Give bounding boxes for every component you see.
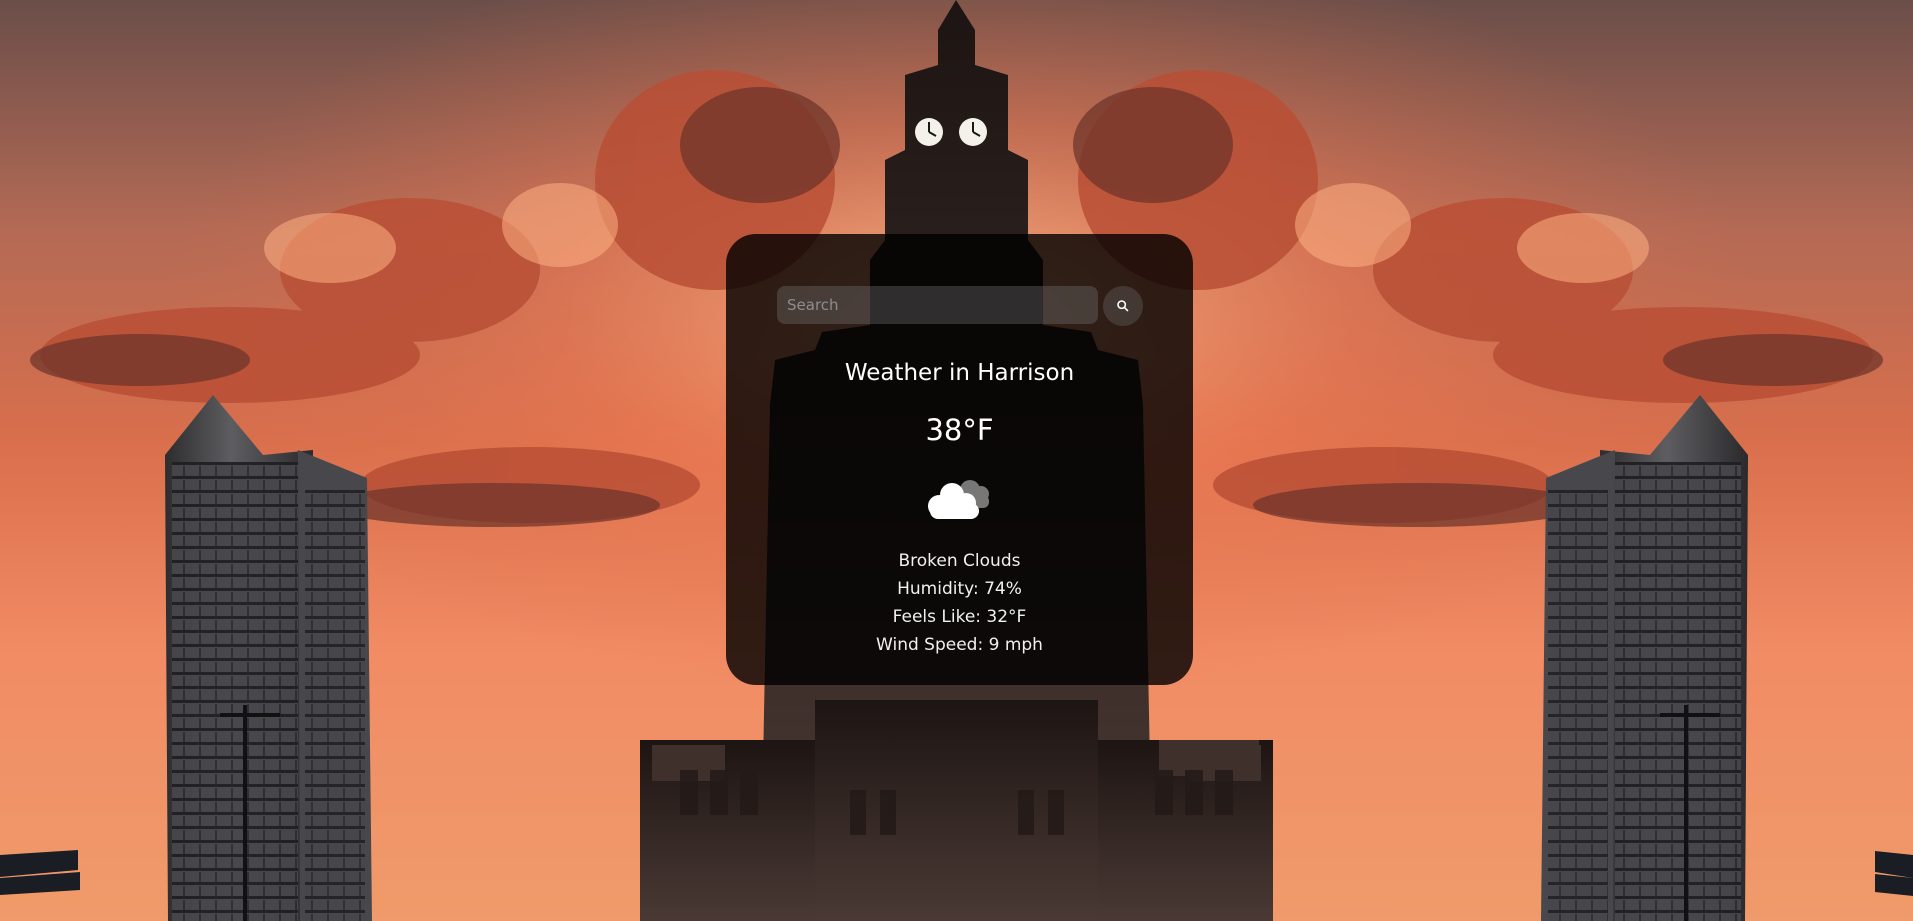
search-icon <box>1117 300 1129 312</box>
search-input[interactable] <box>777 286 1098 324</box>
feels-like-value: Feels Like: 32°F <box>892 607 1027 627</box>
search-bar <box>777 286 1143 326</box>
temperature-value: 38°F <box>925 413 994 447</box>
weather-location-title: Weather in Harrison <box>844 360 1075 386</box>
weather-details: Broken Clouds Humidity: 74% Feels Like: … <box>726 547 1193 659</box>
weather-app-page: Weather in Harrison 38°F Broken Clouds H… <box>0 0 1913 921</box>
search-button[interactable] <box>1103 286 1143 326</box>
humidity-value: Humidity: 74% <box>897 579 1022 599</box>
weather-card: Weather in Harrison 38°F Broken Clouds H… <box>726 234 1193 685</box>
wind-speed-value: Wind Speed: 9 mph <box>876 635 1043 655</box>
weather-description: Broken Clouds <box>898 551 1021 571</box>
broken-clouds-icon <box>928 480 989 519</box>
